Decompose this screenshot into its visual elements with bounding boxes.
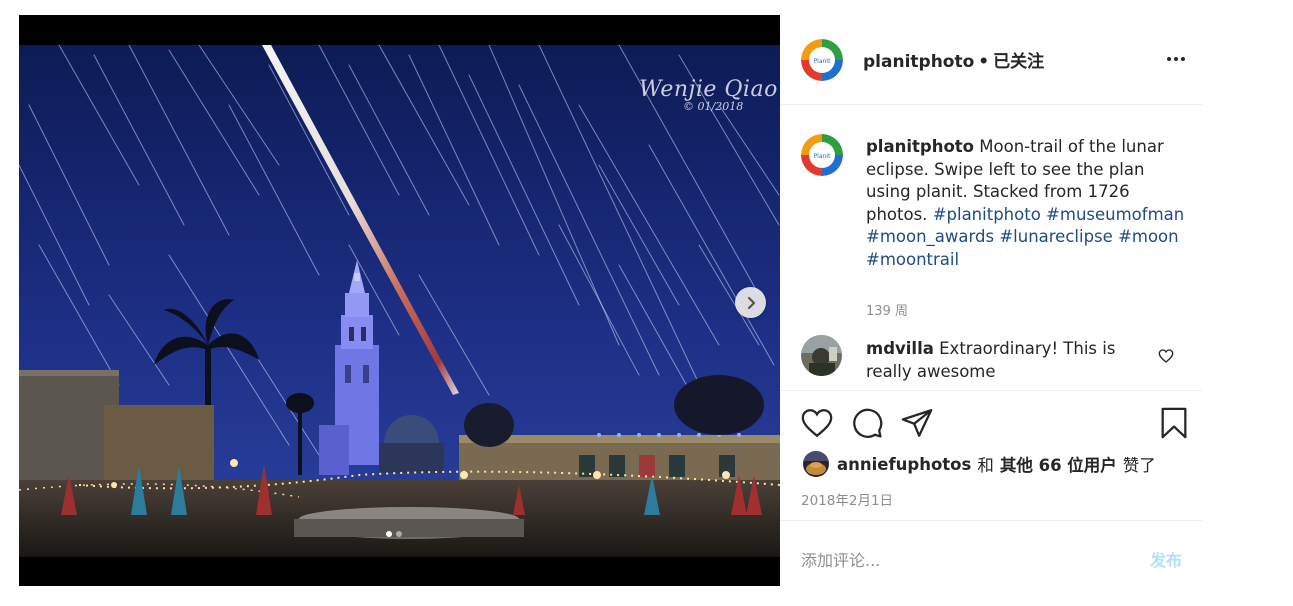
post-photo <box>19 45 780 557</box>
watermark-signature: Wenjie Qiao © 01/2018 <box>639 77 778 113</box>
post-side-panel: PlanIt planitphoto • 已关注 PlanIt planitphot… <box>780 15 1202 586</box>
post-actions: anniefuphotos 和 其他 66 位用户 赞了 2018年2月1日 添… <box>780 390 1202 586</box>
bookmark-button[interactable] <box>1157 406 1191 440</box>
chevron-right-icon <box>747 296 755 309</box>
more-icon <box>1167 57 1185 61</box>
comments-section: PlanIt planitphoto Moon-trail of the lun… <box>780 106 1202 388</box>
hashtag[interactable]: #museumofman <box>1046 205 1184 224</box>
avatar[interactable]: PlanIt <box>801 39 843 81</box>
share-icon <box>901 409 933 437</box>
add-comment-bar: 添加评论... 发布 <box>780 520 1202 586</box>
post-caption: planitphoto Moon-trail of the lunar ecli… <box>866 136 1186 272</box>
heart-icon <box>801 409 833 438</box>
hashtag[interactable]: #moon <box>1118 227 1179 246</box>
like-button[interactable] <box>800 406 834 440</box>
likes-summary: anniefuphotos 和 其他 66 位用户 赞了 <box>803 451 1162 477</box>
comment-like-button[interactable] <box>1158 348 1174 364</box>
user-photo-icon <box>803 451 829 477</box>
carousel-indicator <box>386 531 402 537</box>
comment-icon <box>853 408 883 438</box>
post-header: PlanIt planitphoto • 已关注 <box>780 15 1202 105</box>
likes-others[interactable]: 其他 66 位用户 <box>1000 452 1117 476</box>
header-separator: • <box>978 52 990 72</box>
comment-username[interactable]: mdvilla <box>866 339 934 358</box>
comment: mdvilla Extraordinary! This is really aw… <box>866 338 1156 383</box>
follow-status[interactable]: 已关注 <box>993 52 1044 72</box>
post-date[interactable]: 2018年2月1日 <box>801 489 893 509</box>
carousel-next-button[interactable] <box>735 287 766 318</box>
comment-button[interactable] <box>850 406 884 440</box>
comment-avatar[interactable] <box>801 335 842 376</box>
post-comment-button[interactable]: 发布 <box>1150 547 1182 571</box>
planit-logo-icon: PlanIt <box>801 39 843 81</box>
header-username-row: planitphoto • 已关注 <box>863 47 1044 72</box>
likes-connector: 和 <box>977 456 994 475</box>
carousel-dot <box>396 531 402 537</box>
hashtag[interactable]: #moon_awards <box>866 227 994 246</box>
more-options-button[interactable] <box>1164 51 1188 67</box>
liker-avatar[interactable] <box>803 451 829 477</box>
heart-icon <box>1158 349 1174 363</box>
svg-text:PlanIt: PlanIt <box>814 58 832 65</box>
hashtag[interactable]: #lunareclipse <box>999 227 1112 246</box>
header-username[interactable]: planitphoto <box>863 52 974 72</box>
likes-suffix: 赞了 <box>1122 456 1156 475</box>
carousel-dot-active <box>386 531 392 537</box>
post-media: Wenjie Qiao © 01/2018 <box>19 15 780 586</box>
bookmark-icon <box>1161 407 1187 439</box>
comment-input[interactable]: 添加评论... <box>801 547 880 571</box>
caption-username[interactable]: planitphoto <box>866 137 974 156</box>
caption-avatar[interactable]: PlanIt <box>801 134 843 176</box>
caption-timestamp[interactable]: 139 周 <box>866 300 908 319</box>
hashtag[interactable]: #moontrail <box>866 250 959 269</box>
watermark-name: Wenjie Qiao <box>639 77 778 102</box>
hashtag[interactable]: #planitphoto <box>933 205 1041 224</box>
svg-text:PlanIt: PlanIt <box>814 153 832 160</box>
user-photo-icon <box>801 335 842 376</box>
planit-logo-icon: PlanIt <box>801 134 843 176</box>
share-button[interactable] <box>900 406 934 440</box>
liker-username[interactable]: anniefuphotos <box>837 455 971 474</box>
